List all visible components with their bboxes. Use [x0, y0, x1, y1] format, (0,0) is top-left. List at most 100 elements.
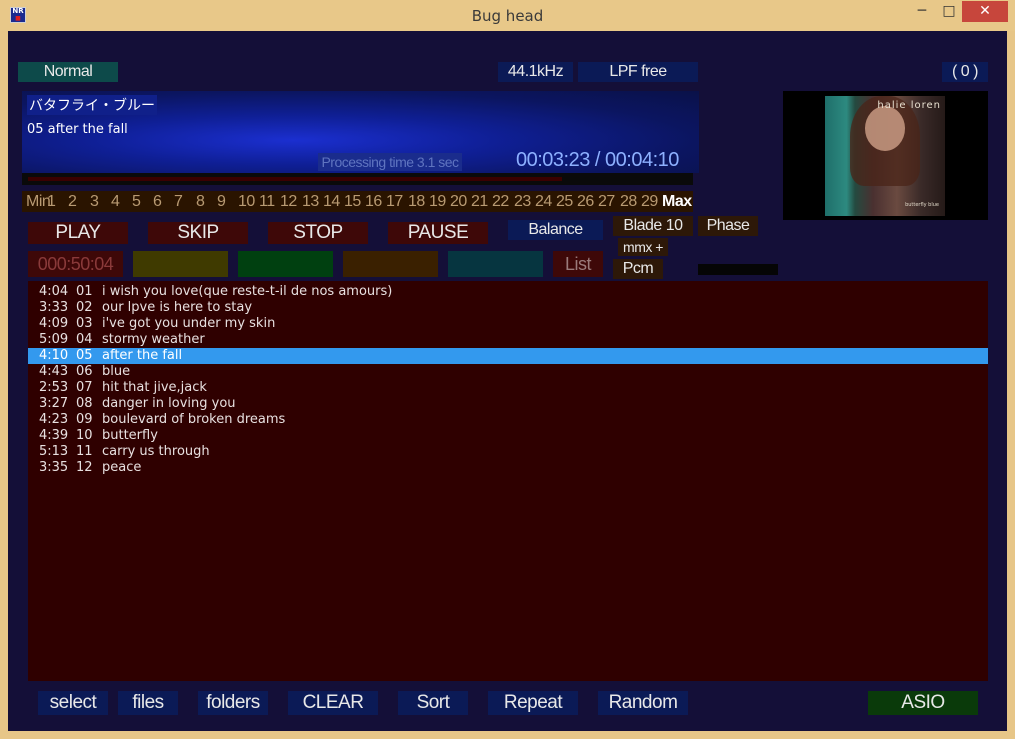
scale-step-label: 6: [153, 193, 162, 210]
track-number: 09: [76, 412, 93, 427]
scale-step-label: 26: [577, 193, 594, 210]
pause-button[interactable]: PAUSE: [388, 222, 488, 244]
playlist-row[interactable]: 4:43 06 blue: [28, 364, 988, 380]
track-title: i've got you under my skin: [102, 316, 276, 331]
repeat-button[interactable]: Repeat: [488, 691, 578, 715]
track-title: blue: [102, 364, 131, 379]
track-number: 03: [76, 316, 93, 331]
processing-time: Processing time 3.1 sec: [318, 153, 462, 171]
track-title: stormy weather: [102, 332, 205, 347]
album-title: バタフライ・ブルー: [27, 95, 157, 115]
scale-step-label: 12: [280, 193, 297, 210]
track-title: carry us through: [102, 444, 210, 459]
playlist-row[interactable]: 2:53 07 hit that jive,jack: [28, 380, 988, 396]
seek-bar-fill: [28, 177, 562, 181]
scale-step-label: 9: [217, 193, 226, 210]
scale-step-label: 10: [238, 193, 255, 210]
album-art-image: halie loren butterfly blue: [825, 96, 945, 216]
track-duration: 4:09: [39, 316, 69, 331]
playlist-row[interactable]: 4:04 01 i wish you love(que reste-t-il de …: [28, 284, 988, 300]
color-swatch-orange[interactable]: [343, 251, 438, 277]
cover-subtitle-text: butterfly blue: [905, 202, 939, 208]
scale-step-label: 3: [90, 193, 99, 210]
track-title: boulevard of broken dreams: [102, 412, 286, 427]
track-number: 11: [76, 444, 93, 459]
maximize-icon[interactable]: □: [936, 1, 962, 22]
track-duration: 2:53: [39, 380, 69, 395]
playlist-row[interactable]: 3:33 02 our lpve is here to stay: [28, 300, 988, 316]
play-button[interactable]: PLAY: [28, 222, 128, 244]
scale-step-label: 21: [471, 193, 488, 210]
phase-button[interactable]: Phase: [698, 216, 758, 236]
playlist-row[interactable]: 4:23 09 boulevard of broken dreams: [28, 412, 988, 428]
track-number: 02: [76, 300, 93, 315]
mmx-button[interactable]: mmx +: [618, 238, 668, 256]
app-window: NR ■ Bug head ─ □ ✕ Normal 44.1kHz LPF f…: [0, 0, 1015, 739]
playback-time: 00:03:23 / 00:04:10: [516, 149, 679, 171]
files-button[interactable]: files: [118, 691, 178, 715]
track-number: 01: [76, 284, 93, 299]
scale-step-label: 16: [365, 193, 382, 210]
track-duration: 5:09: [39, 332, 69, 347]
playlist-row[interactable]: 3:35 12 peace: [28, 460, 988, 476]
album-cover: halie loren butterfly blue: [783, 91, 988, 220]
folders-button[interactable]: folders: [198, 691, 268, 715]
track-duration: 3:33: [39, 300, 69, 315]
scale-max-label: Max: [662, 193, 692, 210]
track-duration: 4:10: [39, 348, 69, 363]
blade-button[interactable]: Blade 10: [613, 216, 693, 236]
playlist-row-selected[interactable]: 4:10 05 after the fall: [28, 348, 988, 364]
pcm-button[interactable]: Pcm: [613, 259, 663, 279]
scale-step-label: 11: [259, 193, 275, 210]
track-title: peace: [102, 460, 142, 475]
player-panel: Normal 44.1kHz LPF free ( 0 ) バタフライ・ブルー …: [8, 31, 1007, 731]
playlist-row[interactable]: 5:09 04 stormy weather: [28, 332, 988, 348]
asio-button[interactable]: ASIO: [868, 691, 978, 715]
playlist[interactable]: 4:04 01 i wish you love(que reste-t-il de …: [28, 281, 988, 681]
track-number: 05: [76, 348, 93, 363]
scale-step-label: 5: [132, 193, 141, 210]
track-number: 04: [76, 332, 93, 347]
scale-step-label: 20: [450, 193, 467, 210]
playlist-row[interactable]: 4:09 03 i've got you under my skin: [28, 316, 988, 332]
track-duration: 4:43: [39, 364, 69, 379]
color-swatch-green[interactable]: [238, 251, 333, 277]
scale-step-label: 28: [620, 193, 637, 210]
scale-step-label: 27: [598, 193, 615, 210]
select-button[interactable]: select: [38, 691, 108, 715]
playlist-row[interactable]: 4:39 10 butterfly: [28, 428, 988, 444]
close-icon[interactable]: ✕: [962, 1, 1008, 22]
lpf-indicator[interactable]: LPF free: [578, 62, 698, 82]
current-track: 05 after the fall: [27, 122, 128, 137]
random-button[interactable]: Random: [598, 691, 688, 715]
color-swatch-teal[interactable]: [448, 251, 543, 277]
scale-step-label: 13: [302, 193, 319, 210]
mode-indicator[interactable]: Normal: [18, 62, 118, 82]
track-title: our lpve is here to stay: [102, 300, 253, 315]
clear-button[interactable]: CLEAR: [288, 691, 378, 715]
sort-button[interactable]: Sort: [398, 691, 468, 715]
track-duration: 5:13: [39, 444, 69, 459]
scale-step-label: 4: [111, 193, 120, 210]
skip-button[interactable]: SKIP: [148, 222, 248, 244]
track-duration: 4:39: [39, 428, 69, 443]
queue-count: ( 0 ): [942, 62, 988, 82]
cover-figure-face: [865, 106, 905, 151]
scale-step-label: 19: [429, 193, 446, 210]
playlist-row[interactable]: 5:13 11 carry us through: [28, 444, 988, 460]
balance-button[interactable]: Balance: [508, 220, 603, 240]
now-playing-display: バタフライ・ブルー 05 after the fall Processing t…: [22, 91, 699, 173]
track-title: butterfly: [102, 428, 158, 443]
playlist-row[interactable]: 3:27 08 danger in loving you: [28, 396, 988, 412]
list-button[interactable]: List: [553, 251, 603, 277]
seek-bar[interactable]: [22, 173, 693, 185]
track-number: 08: [76, 396, 93, 411]
track-title: danger in loving you: [102, 396, 236, 411]
stop-button[interactable]: STOP: [268, 222, 368, 244]
minimize-icon[interactable]: ─: [908, 1, 936, 22]
scale-step-label: 24: [535, 193, 552, 210]
track-title: after the fall: [102, 348, 183, 363]
total-time-display: 000:50:04: [28, 251, 123, 277]
color-swatch-yellow[interactable]: [133, 251, 228, 277]
title-bar[interactable]: NR ■ Bug head ─ □ ✕: [0, 0, 1015, 31]
